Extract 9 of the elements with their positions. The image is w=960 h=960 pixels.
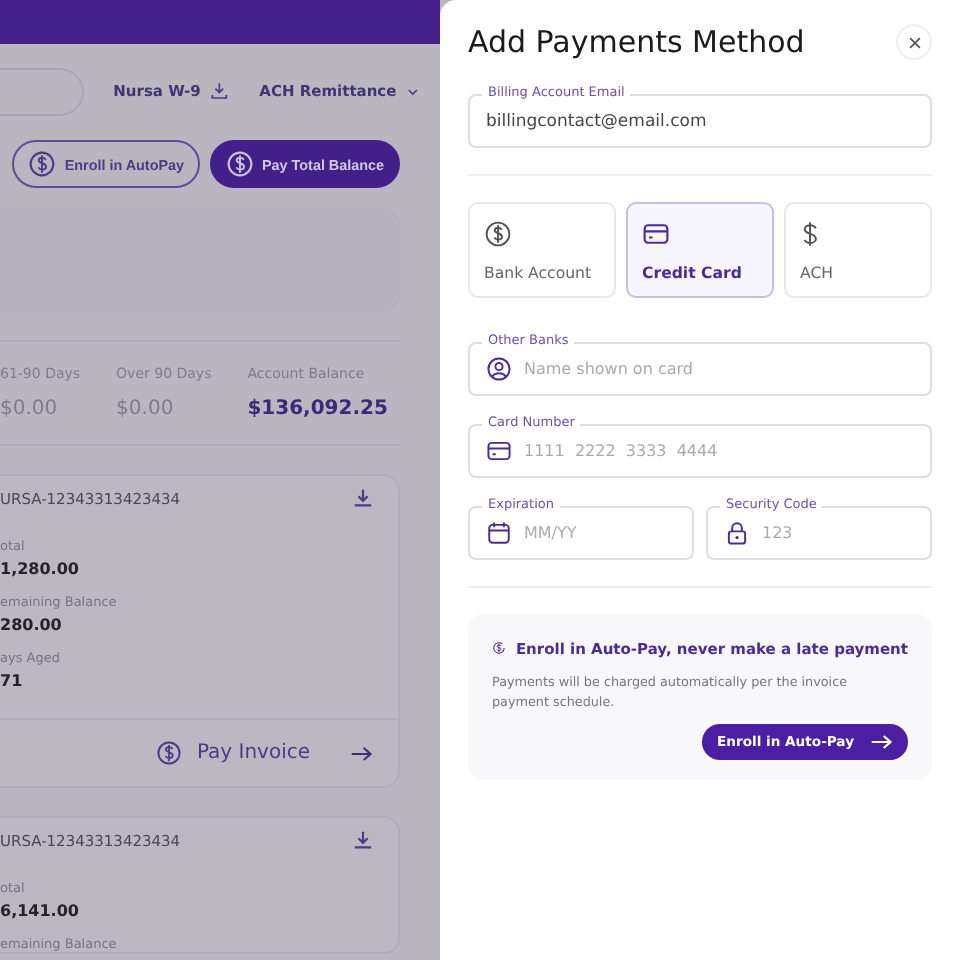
summary-value: $0.00 xyxy=(116,398,176,420)
summary-value: $136,092.25 xyxy=(247,398,388,420)
field-value: 1,280.00 xyxy=(0,560,81,578)
field-value: 71 xyxy=(0,672,25,690)
pay-invoice-button[interactable]: Pay Invoice xyxy=(156,740,310,766)
summary-value: $0.00 xyxy=(0,398,60,420)
field-value: 6,141.00 xyxy=(0,902,81,920)
drawer-title: Add Payments Method xyxy=(468,24,805,60)
field-value: 280.00 xyxy=(0,616,64,634)
